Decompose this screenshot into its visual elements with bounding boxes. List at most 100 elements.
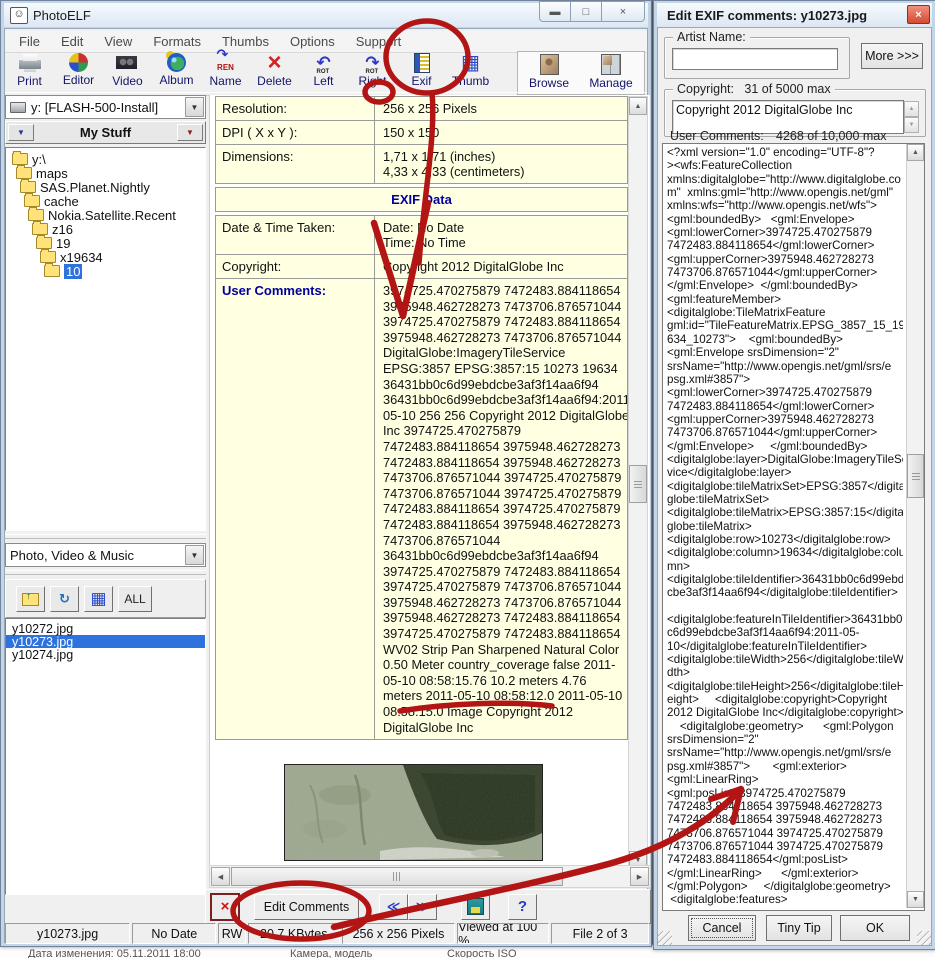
my-stuff-bar[interactable]: ▼ My Stuff ▼ <box>5 121 206 144</box>
toolbar-button[interactable]: Video <box>103 53 152 91</box>
menu-item[interactable]: View <box>104 34 132 49</box>
user-comments-count: 4268 of 10,000 max <box>776 129 887 143</box>
thumbnails-button[interactable]: ▦ <box>84 586 113 612</box>
scroll-left-icon[interactable]: ◀ <box>211 867 230 886</box>
content-horizontal-scrollbar[interactable]: ◀ ▶ <box>209 865 651 888</box>
show-all-button[interactable]: ALL <box>118 586 152 612</box>
tiny-tip-button[interactable]: Tiny Tip <box>766 915 832 941</box>
toolbar-button[interactable]: Name <box>201 53 250 91</box>
dialog-vertical-scrollbar[interactable]: ▲ ▼ <box>906 144 924 908</box>
separator <box>5 570 206 575</box>
scroll-down-icon[interactable]: ▼ <box>904 117 919 133</box>
photoelf-logo-icon: ☺ <box>10 7 28 24</box>
artist-name-label: Artist Name: <box>673 30 750 44</box>
editor-pie-icon <box>69 53 88 72</box>
chevron-down-icon[interactable]: ▼ <box>185 97 204 117</box>
browse-photo-icon <box>540 54 559 75</box>
toolbar-button[interactable]: Manage <box>580 52 642 92</box>
tree-item[interactable]: maps <box>6 166 205 180</box>
scroll-up-icon[interactable]: ▲ <box>904 101 919 117</box>
drive-selector[interactable]: y: [FLASH-500-Install] ▼ <box>5 95 206 119</box>
menu-item[interactable]: Thumbs <box>222 34 269 49</box>
user-comments-text: 3974725.470275879 7472483.884118654 3975… <box>375 279 627 739</box>
tree-item[interactable]: z16 <box>6 222 205 236</box>
ok-button[interactable]: OK <box>840 915 910 941</box>
previous-file-button[interactable]: ≪ <box>379 894 408 920</box>
chevron-down-icon[interactable]: ▼ <box>185 545 204 565</box>
video-camera-icon <box>116 53 140 73</box>
thumb-grid-icon <box>459 53 483 73</box>
chevron-down-icon[interactable]: ▼ <box>177 124 203 141</box>
toolbar-button[interactable]: Thumb <box>446 53 495 91</box>
user-comments-editor[interactable]: <?xml version="1.0" encoding="UTF-8"? ><… <box>662 143 925 911</box>
scroll-up-icon[interactable]: ▲ <box>907 144 924 161</box>
folder-up-button[interactable] <box>16 586 45 612</box>
toolbar-button[interactable]: Left <box>299 53 348 91</box>
scroll-up-icon[interactable]: ▲ <box>629 97 647 115</box>
toolbar-button[interactable]: Delete <box>250 53 299 91</box>
folder-icon <box>44 265 60 277</box>
status-segment: 256 x 256 Pixels <box>342 923 455 944</box>
toolbar-button[interactable]: Print <box>5 53 54 91</box>
content-vertical-scrollbar[interactable]: ▲ ▼ <box>628 96 648 870</box>
menu-item[interactable]: Edit <box>61 34 83 49</box>
folder-icon <box>12 153 28 165</box>
tree-item[interactable]: 10 <box>6 264 205 278</box>
scrollbar-thumb[interactable] <box>629 465 647 503</box>
folder-icon <box>32 223 48 235</box>
rename-icon <box>214 53 238 73</box>
toolbar-button[interactable]: Album <box>152 53 201 91</box>
exif-table: Resolution: 256 x 256 Pixels DPI ( X x Y… <box>215 96 628 740</box>
cancel-button[interactable]: Cancel <box>688 915 756 941</box>
refresh-button[interactable]: ↻ <box>50 586 79 612</box>
media-filter-selector[interactable]: Photo, Video & Music ▼ <box>5 543 206 567</box>
file-list-toolbar: ↻ ▦ ALL <box>5 579 206 618</box>
file-item[interactable]: y10274.jpg <box>6 648 205 661</box>
dialog-title-bar[interactable]: Edit EXIF comments: y10273.jpg <box>657 3 932 27</box>
scroll-right-icon[interactable]: ▶ <box>630 867 649 886</box>
table-row: Copyright: Copyright 2012 DigitalGlobe I… <box>216 255 627 278</box>
user-comments-row: User Comments: 3974725.470275879 7472483… <box>216 278 627 739</box>
user-comments-xml[interactable]: <?xml version="1.0" encoding="UTF-8"? ><… <box>667 146 903 906</box>
resize-grip[interactable] <box>917 931 931 945</box>
save-button[interactable] <box>461 894 490 920</box>
rotate-left-icon <box>312 53 336 73</box>
edit-comments-button[interactable]: Edit Comments <box>254 894 359 920</box>
scroll-down-icon[interactable]: ▼ <box>907 891 924 908</box>
dialog-close-icon[interactable]: × <box>907 5 930 24</box>
close-viewer-button[interactable]: × <box>210 893 240 921</box>
menu-item[interactable]: Formats <box>153 34 201 49</box>
minimize-button[interactable]: ▬ <box>539 1 571 22</box>
artist-name-input[interactable] <box>672 48 838 70</box>
dialog-title: Edit EXIF comments: y10273.jpg <box>667 8 867 23</box>
menu-item[interactable]: Options <box>290 34 335 49</box>
scrollbar-thumb[interactable] <box>231 867 563 886</box>
toolbar-button[interactable]: Right <box>348 53 397 91</box>
toolbar-button[interactable]: Editor <box>54 53 103 91</box>
user-comments-label: User Comments: <box>670 129 764 143</box>
scrollbar-thumb[interactable] <box>907 454 924 498</box>
drive-icon <box>10 102 26 113</box>
tree-item[interactable]: cache <box>6 194 205 208</box>
tree-item[interactable]: 19 <box>6 236 205 250</box>
tree-item[interactable]: SAS.Planet.Nightly <box>6 180 205 194</box>
resize-grip[interactable] <box>658 931 672 945</box>
toolbar-button[interactable]: Exif <box>397 53 446 91</box>
menu-item[interactable]: File <box>19 34 40 49</box>
tree-item[interactable]: Nokia.Satellite.Recent <box>6 208 205 222</box>
chevron-down-icon[interactable]: ▼ <box>8 124 34 141</box>
next-file-button[interactable]: ≫ <box>408 894 437 920</box>
restore-button[interactable]: □ <box>570 1 602 22</box>
more-button[interactable]: More >>> <box>861 43 923 69</box>
tree-item[interactable]: y:\ <box>6 152 205 166</box>
toolbar-button[interactable]: Browse <box>518 52 580 92</box>
file-item[interactable]: y10272.jpg <box>6 622 205 635</box>
status-segment: 20,7 KBytes <box>248 923 340 944</box>
folder-icon <box>16 167 32 179</box>
file-item[interactable]: y10273.jpg <box>6 635 205 648</box>
close-button[interactable]: × <box>601 1 645 22</box>
menu-item[interactable]: Support <box>356 34 402 49</box>
main-toolbar: Print Editor Video Album Name <box>5 53 510 92</box>
help-button[interactable]: ? <box>508 894 537 920</box>
tree-item[interactable]: x19634 <box>6 250 205 264</box>
